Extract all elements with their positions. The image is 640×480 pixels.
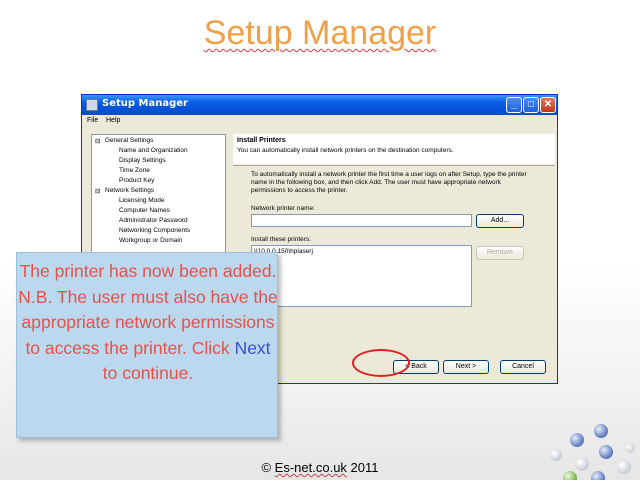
- tree-item-time-zone[interactable]: Time Zone: [119, 167, 150, 174]
- tree-item-general-settings[interactable]: General Settings: [105, 137, 153, 144]
- slide-footer: © Es-net.co.uk 2011: [0, 460, 640, 475]
- tree-expander-network-icon[interactable]: ⊟: [95, 187, 100, 195]
- menu-help[interactable]: Help: [106, 117, 120, 124]
- close-button[interactable]: ✕: [540, 97, 556, 113]
- callout-text-after: to continue.: [102, 363, 194, 383]
- add-button[interactable]: Add...: [476, 214, 524, 228]
- tree-item-network-settings[interactable]: Network Settings: [105, 187, 154, 194]
- tree-item-display-settings[interactable]: Display Settings: [119, 157, 166, 164]
- page-title: Install Printers: [237, 137, 286, 144]
- tree-item-licensing-mode[interactable]: Licensing Mode: [119, 197, 165, 204]
- copyright-prefix: ©: [261, 460, 275, 475]
- dot: [570, 433, 584, 447]
- page-description: To automatically install a network print…: [251, 171, 527, 194]
- install-printers-label: Install these printers:: [251, 236, 311, 243]
- window-title: Setup Manager: [102, 98, 188, 109]
- next-button[interactable]: Next >: [443, 360, 489, 374]
- close-icon: ✕: [543, 99, 553, 110]
- tree-item-workgroup-domain[interactable]: Workgroup or Domain: [119, 237, 182, 244]
- tree-item-computer-names[interactable]: Computer Names: [119, 207, 170, 214]
- minimize-icon: _: [511, 99, 517, 110]
- dot: [599, 445, 613, 459]
- copyright-year: 2011: [346, 460, 379, 475]
- dot: [594, 424, 608, 438]
- tree-item-name-organization[interactable]: Name and Organization: [119, 147, 188, 154]
- callout-keyword-next: Next: [234, 337, 271, 358]
- maximize-icon: □: [527, 99, 535, 110]
- cancel-button[interactable]: Cancel: [500, 360, 546, 374]
- tree-item-administrator-password[interactable]: Administrator Password: [119, 217, 188, 224]
- slide-title-text: Setup Manager: [203, 14, 437, 52]
- menu-bar: File Help: [82, 115, 557, 128]
- copyright-site: Es-net.co.uk: [274, 460, 347, 475]
- dot: [625, 443, 635, 453]
- network-printer-input[interactable]: [251, 214, 472, 227]
- minimize-button[interactable]: _: [506, 97, 522, 113]
- tree-item-networking-components[interactable]: Networking Components: [119, 227, 190, 234]
- tree-expander-general-icon[interactable]: ⊟: [95, 137, 100, 145]
- page-header: Install Printers You can automatically i…: [233, 134, 555, 164]
- network-printer-label: Network printer name:: [251, 205, 315, 212]
- next-highlight-circle: [352, 349, 410, 377]
- tree-item-product-key[interactable]: Product Key: [119, 177, 154, 184]
- remove-button[interactable]: Remove: [476, 246, 524, 260]
- setup-manager-app-icon: [86, 99, 98, 111]
- maximize-button[interactable]: □: [523, 97, 539, 113]
- instruction-callout: The printer has now been added. N.B. The…: [16, 252, 278, 438]
- installed-printers-list[interactable]: \\10.0.0.150\hplaserj: [251, 245, 472, 307]
- slide-title: Setup Manager: [0, 14, 640, 53]
- page-subtitle: You can automatically install network pr…: [237, 147, 454, 154]
- window-titlebar[interactable]: Setup Manager _ □ ✕: [82, 95, 557, 115]
- menu-file[interactable]: File: [87, 117, 98, 124]
- header-divider: [233, 165, 555, 166]
- callout-text: The printer has now been added. N.B. The…: [17, 259, 279, 387]
